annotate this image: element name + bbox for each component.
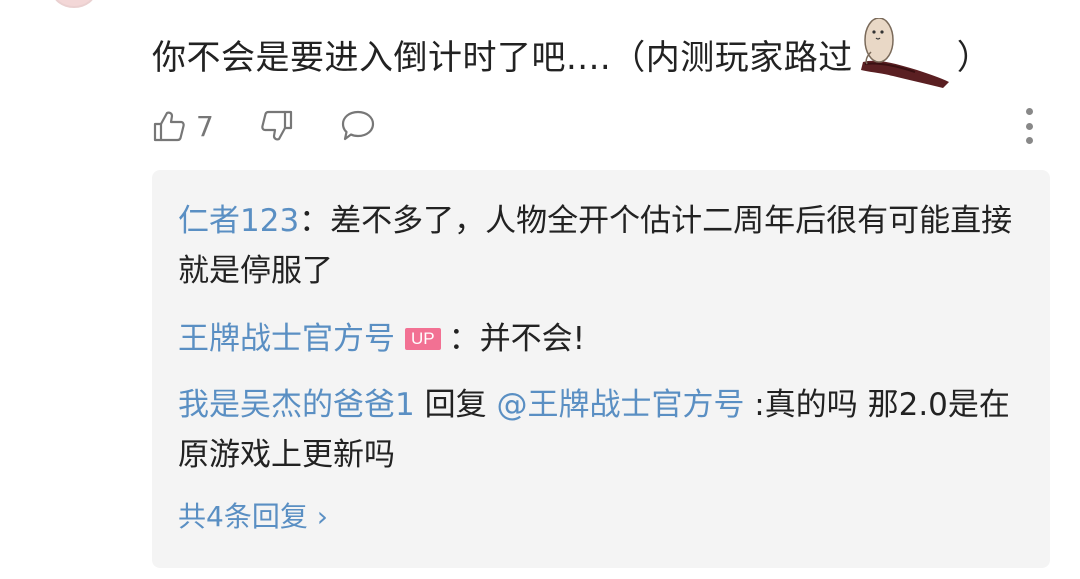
thumbs-up-icon	[153, 111, 185, 142]
reply-preview-panel: 仁者123：差不多了，人物全开个估计二周年后很有可能直接就是停服了 王牌战士官方…	[152, 170, 1050, 568]
like-count: 7	[196, 109, 214, 143]
reply-item[interactable]: 仁者123：差不多了，人物全开个估计二周年后很有可能直接就是停服了	[178, 196, 1030, 296]
more-dot	[1025, 137, 1033, 144]
reply-username[interactable]: 我是吴杰的爸爸1	[178, 387, 415, 423]
up-badge: UP	[405, 327, 441, 350]
reply-separator: ：	[448, 321, 480, 357]
more-vertical-icon[interactable]	[1019, 108, 1039, 144]
comment-close-paren: ）	[956, 38, 992, 78]
comment-actions: 7	[152, 104, 422, 148]
commenter-avatar[interactable]	[52, 0, 96, 8]
reply-button[interactable]	[340, 109, 376, 143]
sloth-sticker-icon	[860, 18, 949, 88]
reply-separator: ：	[299, 203, 331, 239]
dislike-button[interactable]	[260, 109, 294, 143]
reply-username[interactable]: 仁者123	[178, 203, 299, 239]
reply-item[interactable]: 我是吴杰的爸爸1 回复 @王牌战士官方号 :真的吗 那2.0是在原游戏上更新吗	[178, 380, 1030, 480]
thumbs-down-icon	[261, 110, 292, 141]
reply-text: 并不会!	[479, 321, 586, 357]
more-dot	[1025, 108, 1033, 115]
comment-text: 你不会是要进入倒计时了吧....（内测玩家路过	[152, 38, 853, 78]
comment-bubble-icon	[341, 110, 374, 141]
reply-mention[interactable]: @王牌战士官方号	[496, 387, 744, 423]
view-all-replies-link[interactable]: 共4条回复 ›	[178, 494, 328, 540]
reply-username[interactable]: 王牌战士官方号	[178, 321, 395, 357]
like-button[interactable]: 7	[152, 109, 214, 143]
comment-body: 你不会是要进入倒计时了吧....（内测玩家路过 ）	[152, 18, 992, 88]
reply-item[interactable]: 王牌战士官方号 UP ：并不会!	[178, 314, 1030, 364]
reply-word: 回复	[414, 387, 497, 423]
more-dot	[1025, 122, 1033, 130]
